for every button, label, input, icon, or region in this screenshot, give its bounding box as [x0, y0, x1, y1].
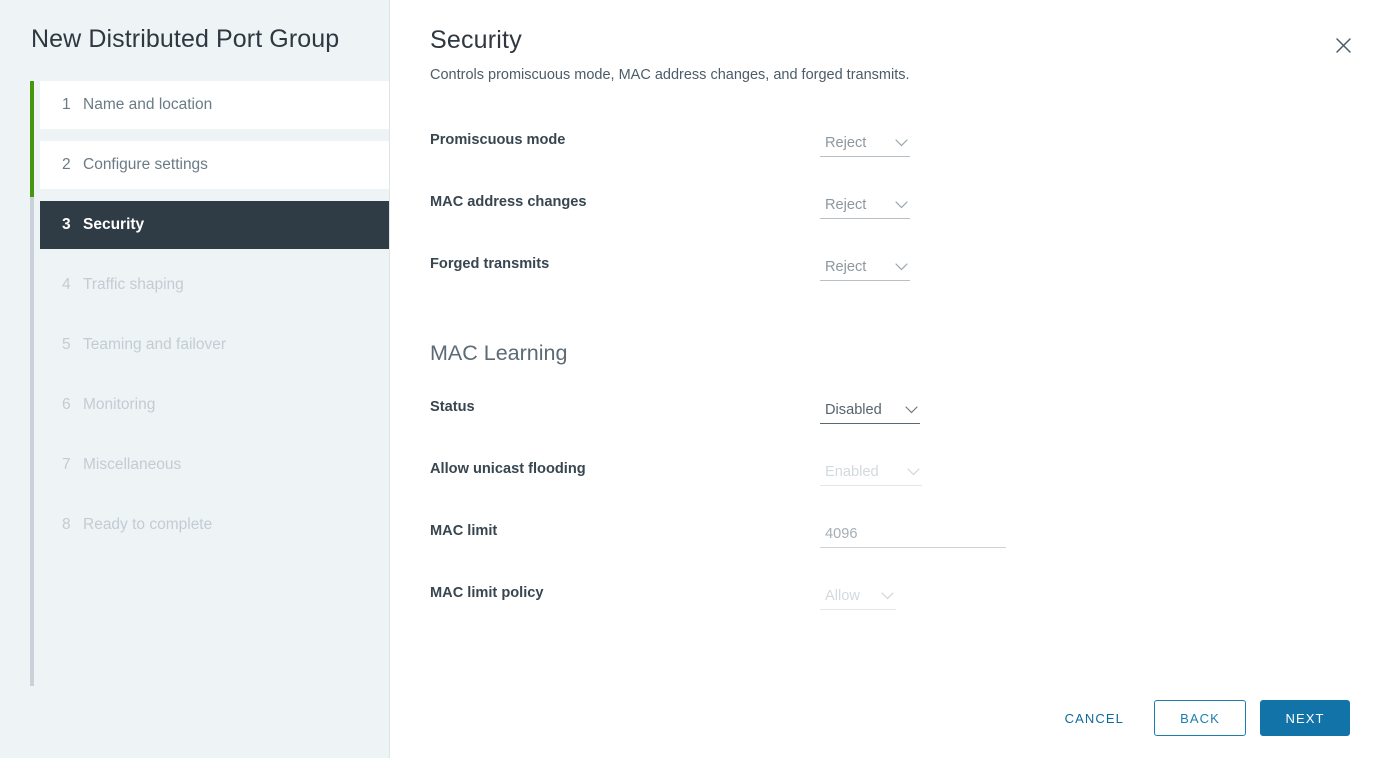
mac-learning-section-title: MAC Learning [430, 341, 568, 365]
chevron-down-icon [895, 262, 908, 271]
sidebar-item-teaming-and-failover[interactable]: 5 Teaming and failover [40, 321, 389, 369]
wizard-footer: CANCEL BACK NEXT [1047, 700, 1350, 736]
chevron-down-icon [881, 591, 894, 600]
allow-unicast-flooding-select[interactable]: Enabled [820, 458, 922, 486]
security-form: Promiscuous mode Reject MAC address chan… [390, 83, 1380, 644]
step-label: Name and location [83, 96, 213, 113]
field-mac-address-changes: MAC address changes Reject [430, 191, 1380, 253]
field-label: Status [430, 399, 475, 415]
step-label: Security [83, 216, 145, 233]
field-allow-unicast-flooding: Allow unicast flooding Enabled [430, 458, 1380, 520]
chevron-down-icon [905, 405, 918, 414]
step-label: Configure settings [83, 156, 208, 173]
wizard-title: New Distributed Port Group [31, 25, 340, 53]
mac-limit-policy-select[interactable]: Allow [820, 582, 896, 610]
wizard-dialog: New Distributed Port Group 1 Name and lo… [0, 0, 1380, 758]
field-label: MAC limit [430, 523, 498, 539]
step-label: Traffic shaping [83, 276, 184, 293]
sidebar-item-miscellaneous[interactable]: 7 Miscellaneous [40, 441, 389, 489]
step-number: 7 [62, 456, 71, 473]
chevron-down-icon [907, 467, 920, 476]
mac-learning-status-select[interactable]: Disabled [820, 396, 920, 424]
step-number: 8 [62, 516, 71, 533]
field-mac-limit-policy: MAC limit policy Allow [430, 582, 1380, 644]
wizard-content-panel: Security Controls promiscuous mode, MAC … [390, 0, 1380, 758]
sidebar-item-name-and-location[interactable]: 1 Name and location [40, 81, 389, 129]
field-promiscuous-mode: Promiscuous mode Reject [430, 129, 1380, 191]
mac-limit-value: 4096 [825, 525, 858, 542]
field-label: MAC limit policy [430, 585, 544, 601]
close-icon[interactable] [1328, 30, 1358, 60]
step-label: Ready to complete [83, 516, 213, 533]
step-label: Monitoring [83, 396, 156, 413]
field-label: Promiscuous mode [430, 132, 566, 148]
sidebar-item-traffic-shaping[interactable]: 4 Traffic shaping [40, 261, 389, 309]
progress-rail-completed [30, 81, 34, 197]
progress-rail-remaining [30, 197, 34, 686]
chevron-down-icon [895, 200, 908, 209]
step-number: 1 [62, 96, 71, 113]
page-title: Security [430, 26, 522, 54]
page-subtitle: Controls promiscuous mode, MAC address c… [430, 67, 910, 83]
sidebar-item-configure-settings[interactable]: 2 Configure settings [40, 141, 389, 189]
step-label: Teaming and failover [83, 336, 227, 353]
forged-transmits-select[interactable]: Reject [820, 253, 910, 281]
field-forged-transmits: Forged transmits Reject [430, 253, 1380, 315]
mac-learning-status-value: Disabled [825, 401, 882, 418]
mac-limit-input[interactable]: 4096 [820, 520, 1006, 548]
sidebar-item-security[interactable]: 3 Security [40, 201, 389, 249]
mac-limit-policy-value: Allow [825, 587, 860, 604]
field-status: Status Disabled [430, 396, 1380, 458]
cancel-button[interactable]: CANCEL [1047, 700, 1142, 736]
allow-unicast-flooding-value: Enabled [825, 463, 879, 480]
mac-address-changes-value: Reject [825, 196, 867, 213]
step-number: 3 [62, 216, 71, 233]
next-button[interactable]: NEXT [1260, 700, 1350, 736]
back-button[interactable]: BACK [1154, 700, 1246, 736]
sidebar-item-ready-to-complete[interactable]: 8 Ready to complete [40, 501, 389, 549]
sidebar-item-monitoring[interactable]: 6 Monitoring [40, 381, 389, 429]
step-number: 2 [62, 156, 71, 173]
promiscuous-mode-select[interactable]: Reject [820, 129, 910, 157]
wizard-step-list: 1 Name and location 2 Configure settings… [0, 81, 389, 686]
field-mac-limit: MAC limit 4096 [430, 520, 1380, 582]
step-number: 5 [62, 336, 71, 353]
mac-address-changes-select[interactable]: Reject [820, 191, 910, 219]
step-number: 4 [62, 276, 71, 293]
chevron-down-icon [895, 138, 908, 147]
promiscuous-mode-value: Reject [825, 134, 867, 151]
field-label: Forged transmits [430, 256, 550, 272]
field-label: MAC address changes [430, 194, 587, 210]
field-label: Allow unicast flooding [430, 461, 586, 477]
step-label: Miscellaneous [83, 456, 182, 473]
forged-transmits-value: Reject [825, 258, 867, 275]
wizard-sidebar: New Distributed Port Group 1 Name and lo… [0, 0, 390, 758]
step-number: 6 [62, 396, 71, 413]
